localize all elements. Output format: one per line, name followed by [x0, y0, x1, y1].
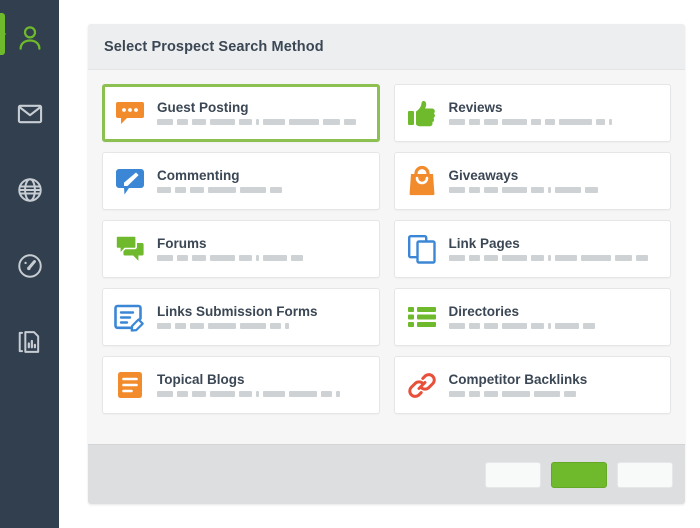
card-text: Links Submission Forms — [157, 305, 318, 330]
card-competitor-backlinks[interactable]: Competitor Backlinks — [393, 356, 671, 414]
card-topical-blogs[interactable]: Topical Blogs — [102, 356, 380, 414]
card-description-placeholder — [448, 323, 595, 330]
document-lines-icon — [113, 368, 147, 402]
globe-icon — [16, 176, 44, 204]
search-method-grid: Guest Posting Reviews Commenting Giveawa… — [102, 84, 671, 414]
card-description-placeholder — [157, 119, 356, 126]
card-text: Link Pages — [448, 235, 648, 262]
sidebar-item-reports[interactable] — [0, 304, 59, 380]
card-commenting[interactable]: Commenting — [102, 152, 380, 210]
sidebar-item-dashboard[interactable] — [0, 228, 59, 304]
card-text: Commenting — [157, 169, 282, 194]
sidebar-item-web[interactable] — [0, 152, 59, 228]
card-title: Guest Posting — [157, 99, 249, 115]
panel-body: Guest Posting Reviews Commenting Giveawa… — [88, 70, 685, 424]
card-title: Directories — [448, 303, 520, 319]
card-text: Guest Posting — [157, 101, 356, 126]
card-description-placeholder — [157, 187, 282, 194]
speedometer-icon — [16, 252, 44, 280]
card-link-pages[interactable]: Link Pages — [393, 220, 671, 278]
card-description-placeholder — [157, 255, 303, 262]
gift-bag-icon — [405, 164, 439, 198]
footer-button-next[interactable] — [551, 461, 607, 488]
speech-bubble-dots-icon — [113, 96, 147, 130]
card-forums[interactable]: Forums — [102, 220, 380, 278]
comment-pencil-icon — [113, 164, 147, 198]
card-links-submission-forms[interactable]: Links Submission Forms — [102, 288, 380, 346]
sidebar — [0, 0, 59, 528]
user-icon — [15, 23, 45, 53]
card-description-placeholder — [448, 255, 648, 262]
card-text: Directories — [448, 303, 595, 330]
card-title: Links Submission Forms — [157, 303, 318, 319]
card-description-placeholder — [448, 391, 588, 398]
card-title: Commenting — [157, 167, 240, 183]
card-text: Giveaways — [448, 167, 598, 194]
footer-button-cancel[interactable] — [617, 461, 673, 488]
card-giveaways[interactable]: Giveaways — [393, 152, 671, 210]
card-text: Topical Blogs — [157, 373, 340, 398]
list-grid-icon — [405, 300, 439, 334]
prospect-search-panel: Select Prospect Search Method Guest Post… — [88, 24, 685, 504]
card-title: Link Pages — [448, 235, 520, 251]
card-description-placeholder — [448, 119, 612, 126]
card-title: Giveaways — [448, 167, 519, 183]
card-title: Forums — [157, 235, 207, 251]
page-title: Select Prospect Search Method — [104, 38, 324, 55]
card-title: Topical Blogs — [157, 371, 245, 387]
forum-bubbles-icon — [113, 232, 147, 266]
envelope-icon — [16, 100, 44, 128]
card-title: Competitor Backlinks — [448, 371, 588, 387]
chain-link-icon — [405, 368, 439, 402]
card-guest-posting[interactable]: Guest Posting — [102, 84, 380, 142]
card-description-placeholder — [157, 323, 318, 330]
footer-button-back[interactable] — [485, 461, 541, 488]
card-directories[interactable]: Directories — [393, 288, 671, 346]
card-description-placeholder — [157, 391, 340, 398]
sidebar-item-prospects[interactable] — [0, 0, 59, 76]
panel-header: Select Prospect Search Method — [88, 24, 685, 70]
card-title: Reviews — [448, 99, 503, 115]
thumbs-up-icon — [405, 96, 439, 130]
panel-footer — [88, 444, 685, 504]
card-description-placeholder — [448, 187, 598, 194]
form-edit-icon — [113, 300, 147, 334]
card-text: Competitor Backlinks — [448, 371, 588, 398]
card-reviews[interactable]: Reviews — [393, 84, 671, 142]
card-text: Reviews — [448, 99, 612, 126]
copy-pages-icon — [405, 232, 439, 266]
report-icon — [16, 328, 44, 356]
card-text: Forums — [157, 237, 303, 262]
app-window: Select Prospect Search Method Guest Post… — [0, 0, 700, 528]
sidebar-item-mail[interactable] — [0, 76, 59, 152]
